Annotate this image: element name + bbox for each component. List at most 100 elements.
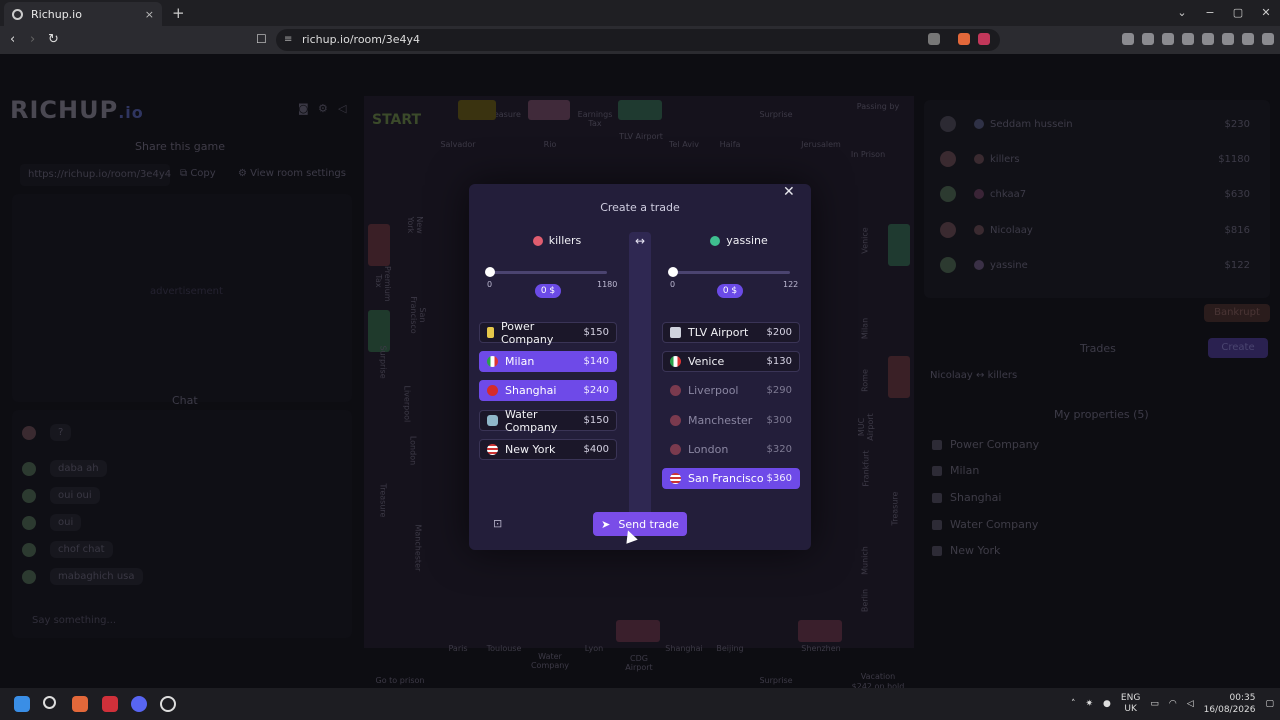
- app-icon-network[interactable]: [160, 696, 176, 712]
- menu-icon[interactable]: [1262, 33, 1274, 45]
- minimize-button[interactable]: −: [1196, 0, 1224, 26]
- trade-entry[interactable]: Nicolaay ↔ killers: [930, 370, 1017, 381]
- property-water-company[interactable]: Water Company $150: [479, 408, 617, 434]
- tab-close-icon[interactable]: ×: [145, 8, 154, 21]
- my-property-item[interactable]: Power Company: [932, 438, 1039, 451]
- board-cell: Munich: [860, 546, 870, 575]
- brightness-icon[interactable]: ✷: [1086, 699, 1094, 709]
- player-row[interactable]: chkaa7 $630: [940, 182, 1250, 206]
- maximize-button[interactable]: ▢: [1224, 0, 1252, 26]
- brave-rewards-icon[interactable]: [978, 33, 990, 45]
- bookmark-icon[interactable]: ☐: [256, 32, 267, 46]
- system-tray: ˄ ✷ ● ENG UK ▭ ◠ ◁ 00:35 16/08/2026 ▢: [1071, 688, 1274, 720]
- discord-icon[interactable]: ◙: [298, 102, 309, 115]
- slider-knob[interactable]: [668, 267, 678, 277]
- my-property-item[interactable]: Water Company: [932, 518, 1038, 531]
- property-liverpool[interactable]: Liverpool $290: [662, 380, 800, 401]
- right-player-name: yassine: [669, 234, 809, 247]
- create-trade-button[interactable]: Create: [1208, 338, 1268, 358]
- new-tab-button[interactable]: +: [172, 4, 185, 22]
- sound-icon[interactable]: ◁: [338, 102, 346, 115]
- forward-arrow-icon[interactable]: ›: [30, 32, 35, 47]
- board-cell: CDG Airport: [625, 654, 653, 672]
- property-new-york[interactable]: New York $400: [479, 439, 617, 460]
- microphone-icon[interactable]: ●: [1103, 699, 1111, 709]
- property-san-francisco[interactable]: San Francisco $360: [662, 468, 800, 489]
- right-money-offer[interactable]: 0 $: [717, 284, 743, 298]
- tab-search-icon[interactable]: ⌄: [1168, 0, 1196, 26]
- trade-divider: ↔: [629, 232, 651, 532]
- property-power-company[interactable]: Power Company $150: [479, 320, 617, 346]
- property-manchester[interactable]: Manchester $300: [662, 410, 800, 431]
- close-icon[interactable]: ✕: [783, 184, 795, 200]
- volume-icon[interactable]: ◁: [1187, 699, 1194, 709]
- board-cell: Premium Tax: [374, 266, 392, 302]
- board-cell: Rome: [860, 369, 870, 392]
- send-trade-button[interactable]: ➤ Send trade: [593, 512, 687, 536]
- extension-icon-1[interactable]: [1122, 33, 1134, 45]
- brave-shield-icon[interactable]: [958, 33, 970, 45]
- property-shanghai[interactable]: Shanghai $240: [479, 380, 617, 401]
- media-icon[interactable]: [1162, 33, 1174, 45]
- windows-start-icon[interactable]: [14, 696, 30, 712]
- cast-icon[interactable]: [928, 33, 940, 45]
- player-row[interactable]: killers $1180: [940, 147, 1250, 171]
- back-arrow-icon[interactable]: ‹: [10, 32, 15, 47]
- chat-input[interactable]: Say something...: [20, 610, 340, 632]
- clock[interactable]: 00:35 16/08/2026: [1204, 692, 1256, 716]
- slider-knob[interactable]: [485, 267, 495, 277]
- slider-max-label: 122: [783, 280, 799, 289]
- create-trade-modal: Create a trade ✕ ↔ killers 0 1180 0 $ ya…: [469, 184, 811, 550]
- url-text: richup.io/room/3e4y4: [302, 33, 420, 46]
- search-icon[interactable]: [43, 696, 56, 709]
- my-property-item[interactable]: New York: [932, 544, 1000, 557]
- chat-message: oui oui: [22, 487, 100, 504]
- app-icon-red[interactable]: [102, 696, 118, 712]
- my-property-item[interactable]: Shanghai: [932, 491, 1001, 504]
- leo-ai-icon[interactable]: [1222, 33, 1234, 45]
- network-icon[interactable]: ▭: [1150, 699, 1159, 709]
- left-money-slider[interactable]: [485, 267, 607, 277]
- site-favicon-icon: [12, 8, 23, 20]
- player-row[interactable]: yassine $122: [940, 253, 1250, 277]
- right-money-slider[interactable]: [668, 267, 790, 277]
- property-london[interactable]: London $320: [662, 439, 800, 460]
- reload-icon[interactable]: ↻: [48, 32, 59, 47]
- property-venice[interactable]: Venice $130: [662, 351, 800, 372]
- copy-button[interactable]: ⧉ Copy: [180, 168, 216, 179]
- italy-flag-icon: [487, 356, 498, 367]
- player-row[interactable]: Seddam hussein $230: [940, 112, 1250, 136]
- chat-message: chof chat: [22, 541, 113, 558]
- tab-title: Richup.io: [31, 7, 82, 21]
- room-settings-button[interactable]: ⚙ View room settings: [238, 168, 346, 179]
- my-property-item[interactable]: Milan: [932, 464, 979, 477]
- language-indicator[interactable]: ENG UK: [1121, 693, 1140, 715]
- color-swatch: [528, 100, 570, 120]
- brave-browser-icon[interactable]: [72, 696, 88, 712]
- vpn-icon[interactable]: [1242, 33, 1254, 45]
- tray-chevron-icon[interactable]: ˄: [1071, 699, 1076, 709]
- add-note-icon[interactable]: ⊡: [493, 517, 502, 530]
- wallet-icon[interactable]: [1202, 33, 1214, 45]
- notification-icon[interactable]: ▢: [1265, 699, 1274, 709]
- address-bar[interactable]: ≡ richup.io/room/3e4y4: [276, 29, 1000, 51]
- sidebar-icon[interactable]: [1182, 33, 1194, 45]
- board-cell: London: [408, 435, 418, 466]
- board-cell: New York: [406, 216, 424, 234]
- property-tlv-airport[interactable]: TLV Airport $200: [662, 322, 800, 343]
- left-money-offer[interactable]: 0 $: [535, 284, 561, 298]
- extensions-puzzle-icon[interactable]: [1142, 33, 1154, 45]
- wifi-icon[interactable]: ◠: [1169, 699, 1177, 709]
- settings-icon[interactable]: ⚙: [318, 102, 328, 115]
- window-close-button[interactable]: ✕: [1252, 0, 1280, 26]
- window-controls: ⌄ − ▢ ✕: [1168, 0, 1280, 26]
- browser-tab[interactable]: Richup.io ×: [4, 2, 162, 26]
- board-cell: Salvador: [440, 140, 476, 149]
- discord-icon[interactable]: [131, 696, 147, 712]
- bankrupt-button[interactable]: Bankrupt: [1204, 304, 1270, 322]
- board-cell: Treasure: [890, 491, 900, 526]
- property-milan[interactable]: Milan $140: [479, 351, 617, 372]
- site-info-icon[interactable]: ≡: [284, 29, 292, 51]
- share-url[interactable]: https://richup.io/room/3e4y4: [20, 164, 171, 186]
- player-row[interactable]: Nicolaay $816: [940, 218, 1250, 242]
